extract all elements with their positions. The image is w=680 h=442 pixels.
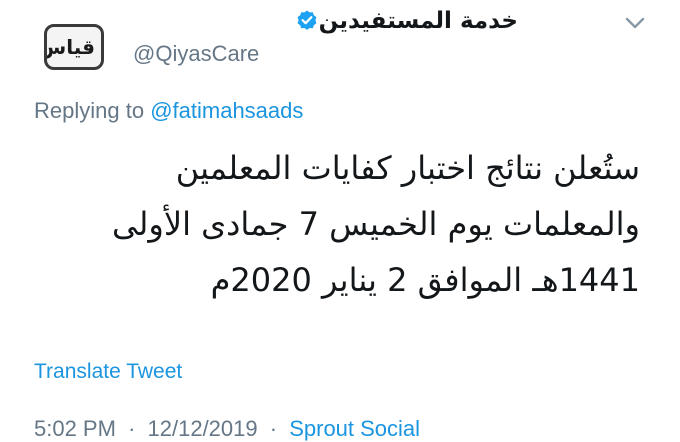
- translate-tweet-link[interactable]: Translate Tweet: [34, 360, 182, 384]
- replying-to: Replying to @fatimahsaads: [34, 98, 303, 124]
- reply-to-handle-link[interactable]: @fatimahsaads: [150, 98, 303, 123]
- tweet-date[interactable]: 12/12/2019: [148, 416, 258, 441]
- tweet-time[interactable]: 5:02 PM: [34, 416, 116, 441]
- meta-separator: ·: [269, 416, 278, 441]
- author-display-name[interactable]: خدمة المستفيدين: [319, 8, 518, 34]
- tweet-source-link[interactable]: Sprout Social: [289, 416, 420, 441]
- tweet-text-line: ستُعلن نتائج اختبار كفايات المعلمين: [175, 149, 640, 187]
- meta-separator: ·: [128, 416, 136, 441]
- tweet-meta: 5:02 PM · 12/12/2019 · Sprout Social: [34, 416, 420, 442]
- chevron-down-icon: [620, 8, 650, 38]
- author-name-row[interactable]: خدمة المستفيدين: [287, 5, 518, 37]
- tweet-card: خدمة المستفيدين @QiyasCare قياس Replying…: [0, 0, 680, 442]
- verified-badge-icon: [295, 9, 319, 33]
- author-handle[interactable]: @QiyasCare: [133, 41, 259, 67]
- tweet-text-line: والمعلمات يوم الخميس 7 جمادى الأولى: [111, 205, 640, 243]
- avatar[interactable]: قياس: [44, 24, 104, 70]
- tweet-menu-button[interactable]: [620, 8, 650, 38]
- avatar-logo: قياس: [44, 35, 96, 59]
- tweet-text: ستُعلن نتائج اختبار كفايات المعلمين والم…: [10, 140, 640, 308]
- tweet-text-line: 1441هـ الموافق 2 يناير 2020م: [210, 261, 640, 299]
- replying-to-label: Replying to: [34, 98, 145, 123]
